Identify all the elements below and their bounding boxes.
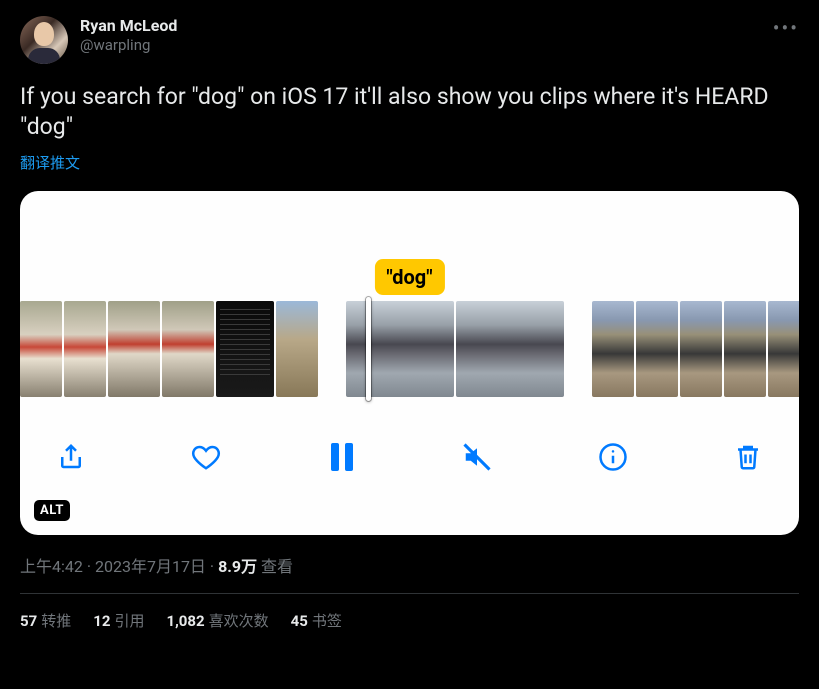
- tweet-header: Ryan McLeod @warpling •••: [20, 16, 799, 64]
- clip-group-3[interactable]: [592, 301, 799, 397]
- quotes-stat[interactable]: 12引用: [93, 610, 144, 631]
- more-icon[interactable]: •••: [773, 16, 799, 40]
- heart-icon[interactable]: [189, 440, 223, 474]
- likes-stat[interactable]: 1,082喜欢次数: [166, 610, 268, 631]
- clip-group-1[interactable]: [20, 301, 318, 397]
- translate-link[interactable]: 翻译推文: [20, 152, 799, 173]
- tweet-meta: 上午4:42 · 2023年7月17日 · 8.9万 查看: [20, 553, 799, 577]
- tweet-time[interactable]: 上午4:42: [20, 557, 83, 576]
- alt-badge[interactable]: ALT: [34, 500, 70, 521]
- bookmarks-stat[interactable]: 45书签: [291, 610, 342, 631]
- views-count: 8.9万: [218, 557, 257, 576]
- video-frame: [636, 301, 678, 397]
- avatar[interactable]: [20, 16, 68, 64]
- user-info: Ryan McLeod @warpling: [80, 16, 177, 55]
- media-toolbar: [20, 397, 799, 493]
- video-frame: [276, 301, 318, 397]
- media-card[interactable]: "dog": [20, 191, 799, 535]
- video-frame: [108, 301, 160, 397]
- tweet-text: If you search for "dog" on iOS 17 it'll …: [20, 82, 799, 142]
- video-frame: [724, 301, 766, 397]
- filmstrip[interactable]: [20, 301, 799, 397]
- video-frame: [768, 301, 799, 397]
- share-icon[interactable]: [54, 440, 88, 474]
- media-top-area: "dog": [20, 191, 799, 301]
- views-label: 查看: [257, 557, 293, 576]
- video-frame: [162, 301, 214, 397]
- mute-icon[interactable]: [460, 440, 494, 474]
- video-frame: [592, 301, 634, 397]
- video-frame: [20, 301, 62, 397]
- trash-icon[interactable]: [731, 440, 765, 474]
- video-frame: [680, 301, 722, 397]
- retweets-stat[interactable]: 57转推: [20, 610, 71, 631]
- search-term-badge: "dog": [374, 259, 444, 295]
- clip-group-2[interactable]: [346, 301, 564, 397]
- tweet-container: Ryan McLeod @warpling ••• If you search …: [0, 0, 819, 647]
- info-icon[interactable]: [596, 440, 630, 474]
- video-frame: [456, 301, 564, 397]
- video-frame: [346, 301, 454, 397]
- tweet-stats: 57转推 12引用 1,082喜欢次数 45书签: [20, 594, 799, 647]
- video-frame: [64, 301, 106, 397]
- video-frame: [216, 301, 274, 397]
- display-name[interactable]: Ryan McLeod: [80, 16, 177, 36]
- playhead[interactable]: [366, 297, 371, 401]
- tweet-date[interactable]: 2023年7月17日: [95, 557, 206, 576]
- pause-icon[interactable]: [325, 440, 359, 474]
- user-handle[interactable]: @warpling: [80, 36, 177, 55]
